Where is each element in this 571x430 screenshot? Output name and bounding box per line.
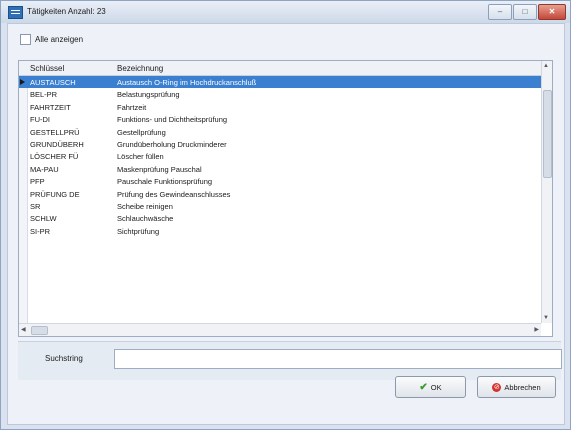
maximize-button[interactable]: □: [513, 4, 537, 20]
ok-button-label: OK: [430, 382, 442, 392]
cell-key: FU-DI: [30, 115, 50, 125]
cell-description: Löscher füllen: [117, 152, 164, 162]
table-row[interactable]: SCHLW Schlauchwäsche: [19, 212, 541, 224]
cell-description: Grundüberholung Druckminderer: [117, 140, 227, 149]
scroll-down-arrow-icon[interactable]: ▼: [543, 315, 549, 321]
table-row[interactable]: GESTELLPRÜ Gestellprüfung: [19, 126, 541, 138]
show-all-checkbox[interactable]: [20, 34, 31, 45]
horizontal-scroll-thumb[interactable]: [31, 326, 48, 335]
column-header-description[interactable]: Bezeichnung: [117, 64, 163, 73]
table-row[interactable]: MA-PAU Maskenprüfung Pauschal: [19, 163, 541, 175]
cell-description: Austausch O-Ring im Hochdruckanschluß: [117, 78, 257, 87]
cell-key: GRUNDÜBERH: [30, 140, 84, 149]
cell-key: PRÜFUNG DE: [30, 189, 80, 199]
table-row[interactable]: LÖSCHER FÜ Löscher füllen: [19, 150, 541, 162]
table-row[interactable]: SR Scheibe reinigen: [19, 200, 541, 212]
dialog-body: Alle anzeigen Schlüssel Bezeichnung AUST…: [7, 23, 565, 425]
app-icon: [8, 6, 23, 19]
cancel-button[interactable]: ⊘ Abbrechen: [477, 376, 556, 398]
cell-description: Maskenprüfung Pauschal: [117, 164, 202, 174]
cell-description: Sichtprüfung: [117, 226, 160, 236]
current-row-pointer-icon: [20, 79, 25, 85]
activities-grid: Schlüssel Bezeichnung AUSTAUSCH Austausch…: [18, 60, 553, 337]
cell-description: Schlauchwäsche: [117, 214, 174, 224]
minimize-button[interactable]: ‒: [488, 4, 512, 20]
cell-key: AUSTAUSCH: [30, 78, 76, 87]
ok-button[interactable]: ✔ OK: [395, 376, 466, 398]
table-row[interactable]: AUSTAUSCH Austausch O-Ring im Hochdruckan…: [19, 76, 541, 88]
grid-header: Schlüssel Bezeichnung: [19, 61, 541, 76]
cell-key: SI-PR: [30, 226, 51, 236]
cell-description: Fahrtzeit: [117, 102, 147, 112]
cell-key: PFP: [30, 177, 45, 187]
title-bar: Tätigkeiten Anzahl: 23 ‒ □ ✕: [1, 1, 570, 23]
checkmark-icon: ✔: [419, 381, 428, 393]
cancel-button-label: Abbrechen: [504, 382, 541, 392]
cell-description: Scheibe reinigen: [117, 202, 173, 211]
close-button[interactable]: ✕: [538, 4, 566, 20]
search-input[interactable]: [114, 349, 562, 369]
show-all-label: Alle anzeigen: [35, 35, 84, 44]
dialog-window: Tätigkeiten Anzahl: 23 ‒ □ ✕ Alle anzeig…: [0, 0, 571, 430]
table-row[interactable]: PRÜFUNG DE Prüfung des Gewindeanschlusses: [19, 188, 541, 200]
column-header-key[interactable]: Schlüssel: [30, 64, 64, 73]
cell-key: SCHLW: [30, 214, 57, 224]
cell-key: BEL-PR: [30, 90, 58, 100]
cell-description: Prüfung des Gewindeanschlusses: [117, 189, 231, 199]
cell-key: SR: [30, 202, 41, 211]
cell-description: Gestellprüfung: [117, 127, 166, 137]
table-row[interactable]: FU-DI Funktions- und Dichtheitsprüfung: [19, 113, 541, 125]
scroll-left-arrow-icon[interactable]: ◀: [21, 326, 26, 333]
scroll-up-arrow-icon[interactable]: ▲: [543, 63, 549, 69]
table-row[interactable]: SI-PR Sichtprüfung: [19, 225, 541, 237]
vertical-scrollbar[interactable]: ▲ ▼: [541, 61, 552, 323]
cell-key: FAHRTZEIT: [30, 102, 71, 112]
cell-description: Pauschale Funktionsprüfung: [117, 177, 213, 187]
vertical-scroll-thumb[interactable]: [543, 90, 552, 178]
show-all-toggle[interactable]: Alle anzeigen: [20, 34, 83, 45]
table-row[interactable]: BEL-PR Belastungsprüfung: [19, 88, 541, 100]
cell-description: Belastungsprüfung: [117, 90, 180, 100]
cancel-icon: ⊘: [492, 382, 502, 392]
cell-key: GESTELLPRÜ: [30, 127, 80, 137]
table-row[interactable]: FAHRTZEIT Fahrtzeit: [19, 101, 541, 113]
cell-description: Funktions- und Dichtheitsprüfung: [117, 115, 228, 125]
search-label: Suchstring: [45, 354, 83, 363]
cell-key: LÖSCHER FÜ: [30, 152, 79, 162]
horizontal-scrollbar[interactable]: ◀ ▶: [19, 323, 541, 336]
table-row[interactable]: GRUNDÜBERH Grundüberholung Druckminderer: [19, 138, 541, 150]
window-title: Tätigkeiten Anzahl: 23: [27, 7, 106, 16]
search-panel: Suchstring: [18, 341, 562, 380]
table-row[interactable]: PFP Pauschale Funktionsprüfung: [19, 175, 541, 187]
cell-key: MA-PAU: [30, 164, 59, 174]
scroll-right-arrow-icon[interactable]: ▶: [534, 326, 539, 333]
